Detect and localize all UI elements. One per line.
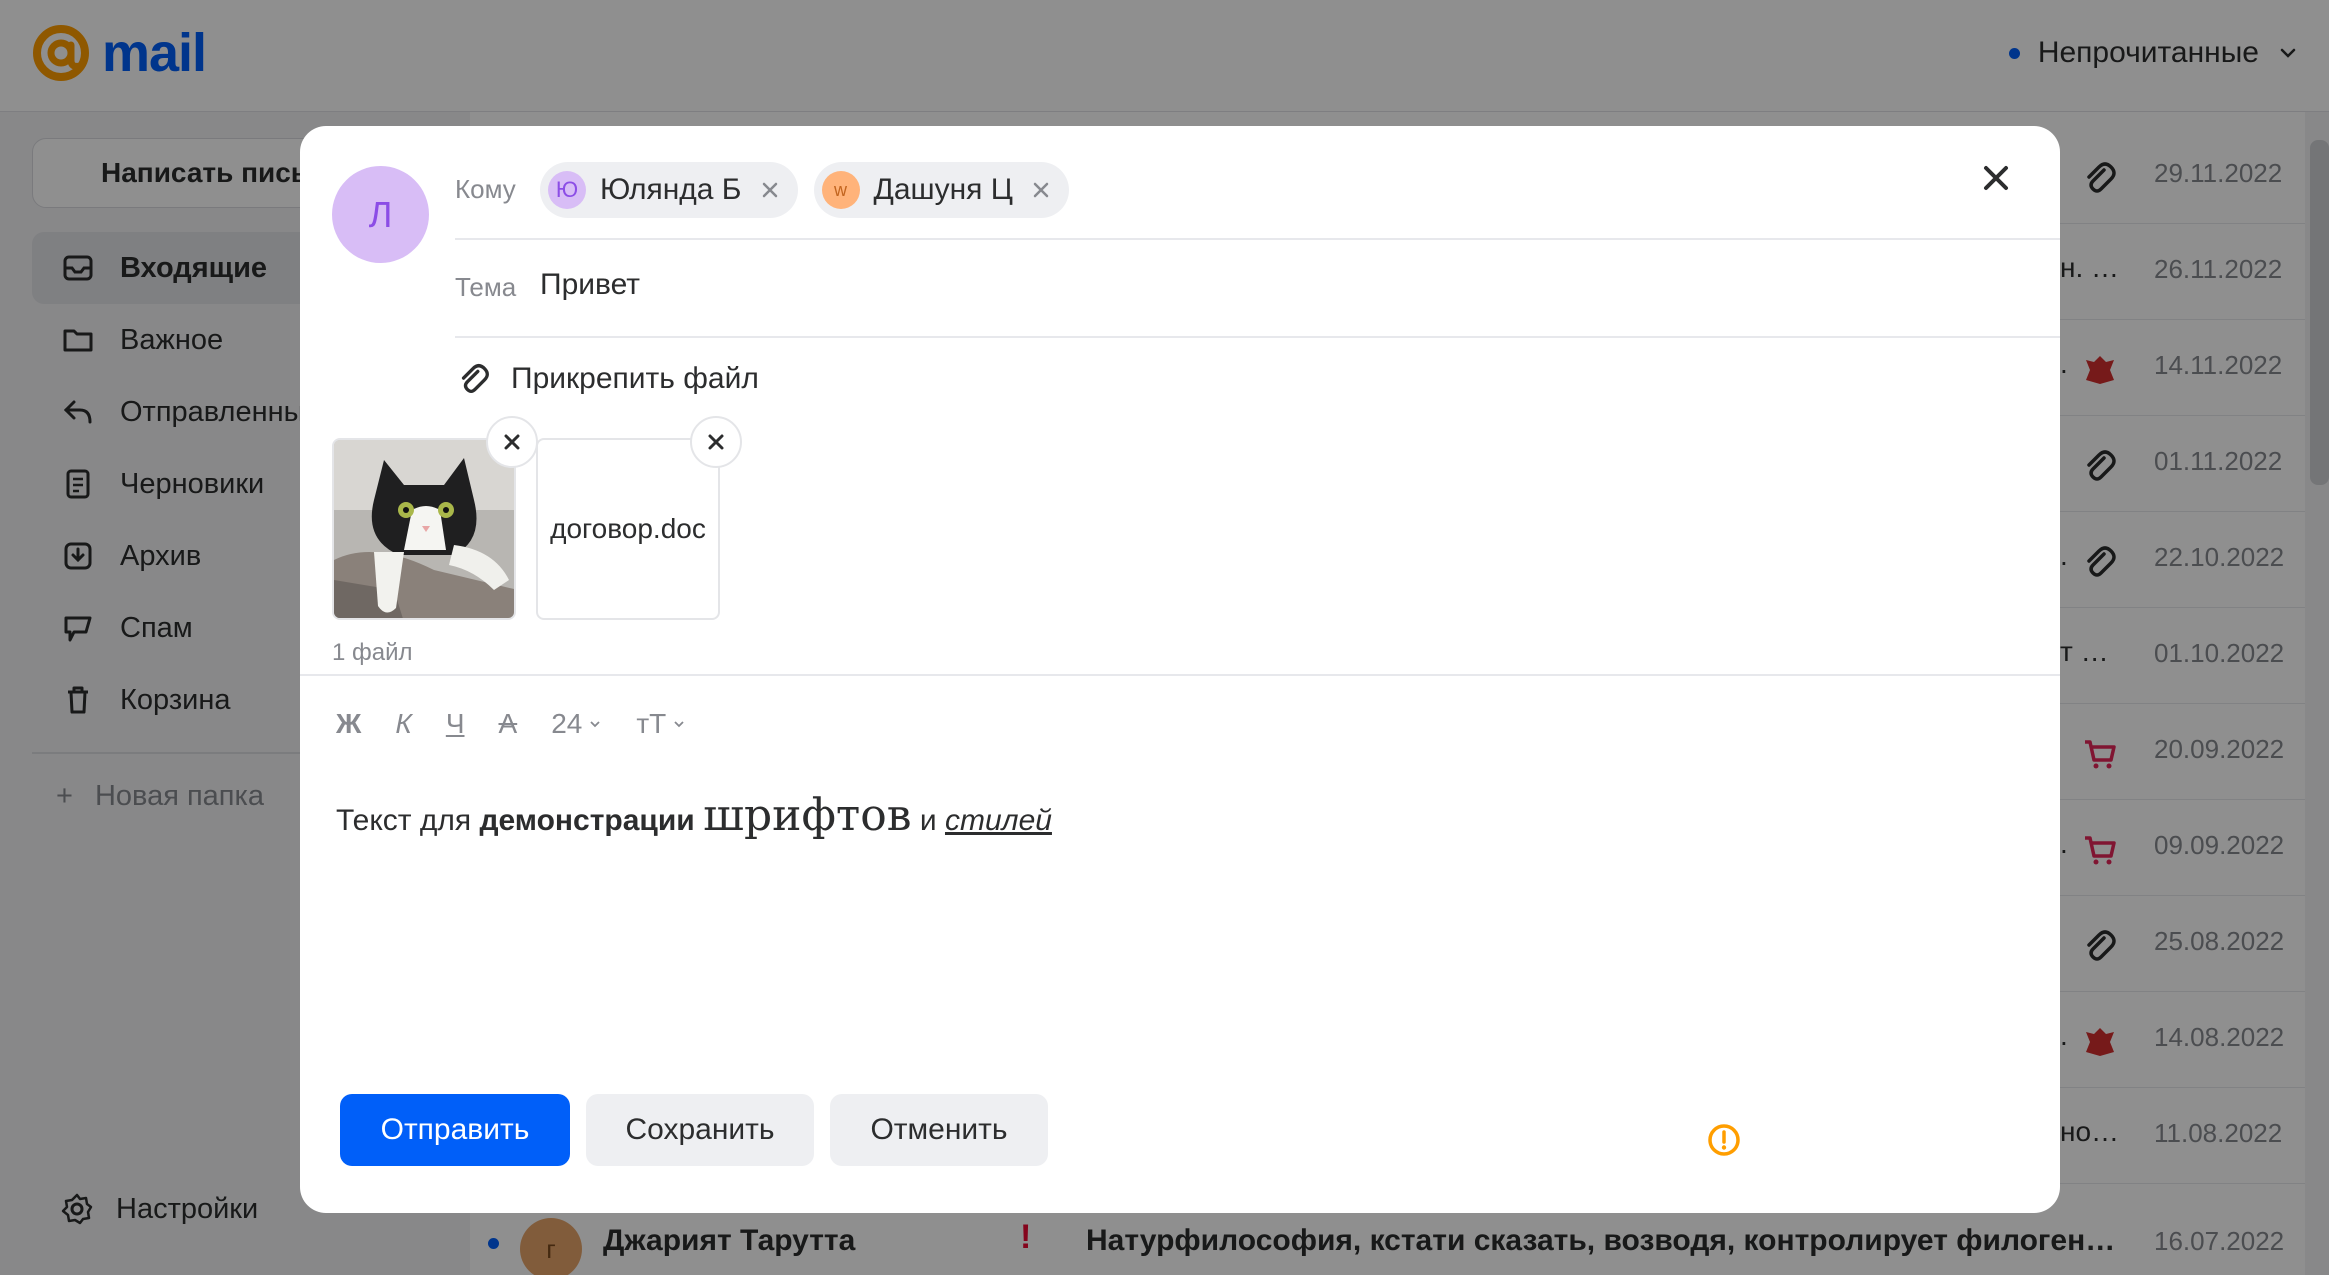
italic-button[interactable]: К: [395, 708, 412, 740]
divider: [455, 336, 2060, 338]
font-family-icon: тТ: [636, 708, 667, 739]
font-size-select[interactable]: 24: [551, 708, 602, 740]
remove-recipient-icon[interactable]: [1031, 180, 1051, 200]
close-icon[interactable]: [1974, 156, 2018, 200]
message-body[interactable]: Текст для демонстрации шрифтов и стилей: [336, 790, 1052, 841]
cancel-button[interactable]: Отменить: [830, 1094, 1048, 1166]
attachment-doc-name: договор.doc: [550, 513, 706, 544]
underline-button[interactable]: Ч: [446, 708, 465, 740]
close-icon: [708, 434, 724, 450]
divider: [455, 238, 2060, 240]
strikethrough-button[interactable]: А: [499, 708, 518, 740]
body-text-space: [695, 804, 703, 837]
save-button[interactable]: Сохранить: [586, 1094, 814, 1166]
font-size-value: 24: [551, 708, 583, 739]
remove-attachment-button[interactable]: [486, 416, 538, 468]
paperclip-icon: [461, 364, 489, 393]
recipient-name: Дашуня Ц: [873, 173, 1013, 206]
close-icon: [504, 434, 520, 450]
sender-avatar[interactable]: Л: [332, 166, 429, 263]
attachment-image[interactable]: [332, 438, 516, 620]
recipient-avatar: w: [821, 171, 860, 209]
body-text-bold: демонстрации: [479, 804, 695, 837]
recipient-name: Юлянда Б: [600, 173, 742, 206]
subject-label: Тема: [455, 272, 517, 302]
send-button[interactable]: Отправить: [340, 1094, 570, 1166]
file-count: 1 файл: [332, 639, 413, 666]
chevron-down-icon: [590, 721, 600, 728]
recipient-chip[interactable]: Ю Юлянда Б: [540, 162, 798, 218]
body-text-regular: и: [911, 804, 945, 837]
cat-photo-icon: [334, 440, 514, 618]
divider: [300, 674, 2060, 676]
remove-attachment-button[interactable]: [690, 416, 742, 468]
body-text-regular: Текст для: [336, 804, 480, 837]
bold-button[interactable]: Ж: [336, 708, 361, 740]
attach-file-button[interactable]: Прикрепить файл: [455, 360, 759, 398]
compose-dialog: Л Кому Ю Юлянда Б w Дашуня Ц Тема Привет…: [300, 126, 2060, 1213]
recipient-avatar: Ю: [548, 171, 586, 209]
attach-file-label: Прикрепить файл: [511, 362, 759, 395]
format-toolbar: Ж К Ч А 24 тТ: [336, 708, 686, 740]
remove-recipient-icon[interactable]: [760, 180, 780, 200]
font-family-select[interactable]: тТ: [636, 708, 686, 740]
body-text-italic-underline: стилей: [944, 804, 1052, 837]
recipients-field[interactable]: Ю Юлянда Б w Дашуня Ц: [540, 162, 1069, 218]
body-text-serif: шрифтов: [703, 790, 912, 841]
chevron-down-icon: [674, 721, 684, 728]
attachment-doc[interactable]: договор.doc: [536, 438, 720, 620]
recipient-chip[interactable]: w Дашуня Ц: [813, 162, 1069, 218]
warning-icon[interactable]: [1706, 1122, 1742, 1158]
to-label: Кому: [455, 174, 516, 204]
subject-input[interactable]: Привет: [540, 268, 640, 302]
